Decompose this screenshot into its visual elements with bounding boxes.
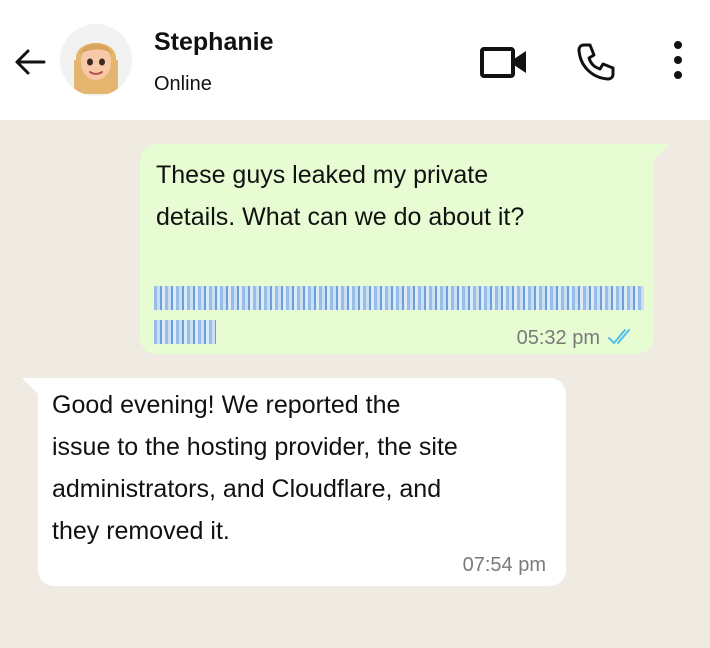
phone-call-icon[interactable] [574,40,618,84]
message-line: details. What can we do about it? [156,203,525,231]
message-line: administrators, and Cloudflare, and [52,475,442,503]
contact-name[interactable]: Stephanie [154,28,273,57]
obscured-link-line [154,320,216,344]
message-line: they removed it. [52,517,230,545]
read-receipt-icon [608,329,630,344]
incoming-bubble-tail [22,378,38,394]
avatar-memoji [60,24,132,96]
back-arrow-icon[interactable] [12,46,48,78]
outgoing-message-text: These guys leaked my private details. Wh… [156,154,636,238]
outgoing-bubble-tail [654,144,670,160]
message-line: issue to the hosting provider, the site [52,433,458,461]
incoming-message-text: Good evening! We reported the issue to t… [52,384,552,552]
message-time: 07:54 pm [462,554,546,576]
message-line: Good evening! We reported the [52,391,401,419]
message-line: These guys leaked my private [156,161,489,189]
chat-header: Stephanie Online [0,0,710,120]
avatar[interactable] [60,24,132,96]
incoming-message[interactable]: Good evening! We reported the issue to t… [22,378,566,586]
message-time: 05:32 pm [516,327,600,349]
outgoing-message[interactable]: These guys leaked my private details. Wh… [140,144,670,354]
contact-status: Online [154,73,212,95]
obscured-link-line [154,286,644,310]
more-options-icon[interactable] [664,38,692,82]
chat-screen: Stephanie Online These guys leaked my pr… [0,0,710,648]
message-list[interactable]: These guys leaked my private details. Wh… [0,120,710,648]
video-call-icon[interactable] [478,42,530,82]
